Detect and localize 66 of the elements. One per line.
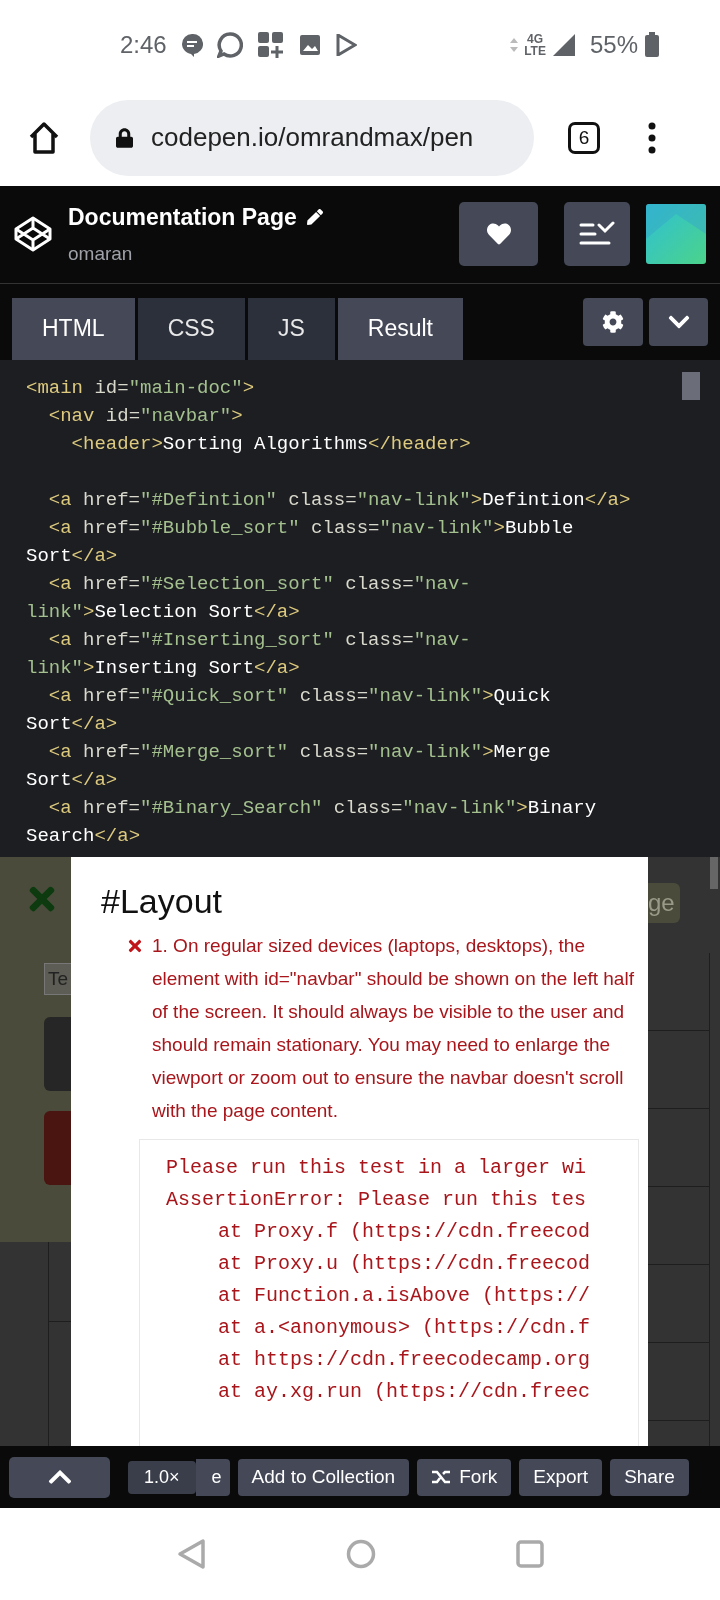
lock-icon xyxy=(116,127,133,148)
toolbar-button[interactable]: Add to Collection xyxy=(237,1458,410,1496)
code-line: <a href="#Selection_sort" class="nav- xyxy=(47,571,471,597)
fork-button[interactable]: Fork xyxy=(417,1458,512,1496)
expand-button[interactable] xyxy=(9,1456,110,1498)
code-line: link">Inserting Sort</a> xyxy=(26,655,300,681)
error-line: Please run this test in a larger wi xyxy=(166,1154,587,1181)
signal-icon xyxy=(551,32,576,57)
settings-button[interactable] xyxy=(583,297,643,346)
scrollbar[interactable] xyxy=(682,371,700,400)
chat-bubble-icon xyxy=(180,32,203,57)
like-button[interactable] xyxy=(459,202,538,267)
collapse-button[interactable] xyxy=(649,297,708,346)
modal-heading: #Layout xyxy=(101,880,222,922)
author-name[interactable]: omaran xyxy=(68,240,323,269)
battery-icon xyxy=(644,31,660,58)
code-line: <a href="#Merge_sort" class="nav-link">Merge xyxy=(47,739,551,765)
code-line: Sort</a> xyxy=(26,767,118,793)
more-menu-icon[interactable] xyxy=(648,121,656,154)
url-text: codepen.io/omrandmax/pen xyxy=(151,121,474,155)
error-line: at Function.a.isAbove (https:// xyxy=(217,1282,591,1309)
error-line: AssertionError: Please run this tes xyxy=(166,1186,587,1213)
code-line: <a href="#Quick_sort" class="nav-link">Quick xyxy=(47,683,551,709)
error-line: at https://cdn.freecodecamp.org xyxy=(217,1346,591,1373)
code-line: Sort</a> xyxy=(26,543,118,569)
settings-icon xyxy=(602,310,624,333)
list-button[interactable] xyxy=(564,202,630,267)
error-line: at ay.xg.run (https://cdn.freec xyxy=(217,1378,591,1405)
editor-tab[interactable]: CSS xyxy=(137,297,245,360)
code-line: <header>Sorting Algorithms</header> xyxy=(70,431,471,457)
list-check-icon xyxy=(579,221,615,248)
zoom-level: 1.0× xyxy=(128,1460,196,1494)
failure-message: 1. On regular sized devices (laptops, desktops), the element with id="navbar" should be shown on the left half of the screen. It should always be visible to the user and should remain stationary. You may need to enlarge the viewport or zoom out to ensure the navbar doesn't scroll with the page content. xyxy=(152,933,635,1123)
pen-title: Documentation Page xyxy=(68,202,297,232)
code-line: <a href="#Binary_Search" class="nav-link">Binary xyxy=(47,795,597,821)
apps-add-icon xyxy=(256,30,285,59)
message-icon xyxy=(216,31,243,58)
clock-time: 2:46 xyxy=(120,29,167,60)
battery-percent: 55% xyxy=(589,29,638,60)
code-line: <main id="main-doc"> xyxy=(26,375,255,401)
toolbar-button[interactable]: Share xyxy=(610,1458,689,1496)
error-line: at Proxy.f (https://cdn.freecod xyxy=(217,1218,591,1245)
code-line: link">Selection Sort</a> xyxy=(26,599,300,625)
code-line: <a href="#Inserting_sort" class="nav- xyxy=(47,627,471,653)
code-line: Search</a> xyxy=(26,823,141,849)
code-line: <a href="#Defintion" class="nav-link">Defintion</a> xyxy=(47,487,631,513)
address-bar[interactable]: codepen.io/omrandmax/pen xyxy=(90,99,534,176)
scrollbar[interactable] xyxy=(710,856,718,889)
error-line: at a.<anonymous> (https://cdn.f xyxy=(217,1314,591,1341)
heart-icon xyxy=(485,222,512,247)
tab-count-button[interactable]: 6 xyxy=(568,121,600,154)
data-arrows-icon xyxy=(510,37,519,52)
editor-tab[interactable]: HTML xyxy=(12,297,135,360)
fork-icon xyxy=(431,1469,452,1486)
editor-tab[interactable]: JS xyxy=(247,297,335,360)
error-line: at Proxy.u (https://cdn.freecod xyxy=(217,1250,591,1277)
code-line: Sort</a> xyxy=(26,711,118,737)
code-line: <nav id="navbar"> xyxy=(47,403,243,429)
toolbar-button[interactable]: Export xyxy=(519,1458,603,1496)
console-button[interactable]: e xyxy=(195,1458,230,1496)
network-type: 4G LTE xyxy=(524,32,546,57)
code-line: <a href="#Bubble_sort" class="nav-link">Bubble xyxy=(47,515,574,541)
image-icon xyxy=(298,33,321,56)
cube-logo-icon[interactable] xyxy=(14,216,52,253)
pencil-icon[interactable] xyxy=(306,208,323,225)
editor-tab[interactable]: Result xyxy=(337,297,463,360)
